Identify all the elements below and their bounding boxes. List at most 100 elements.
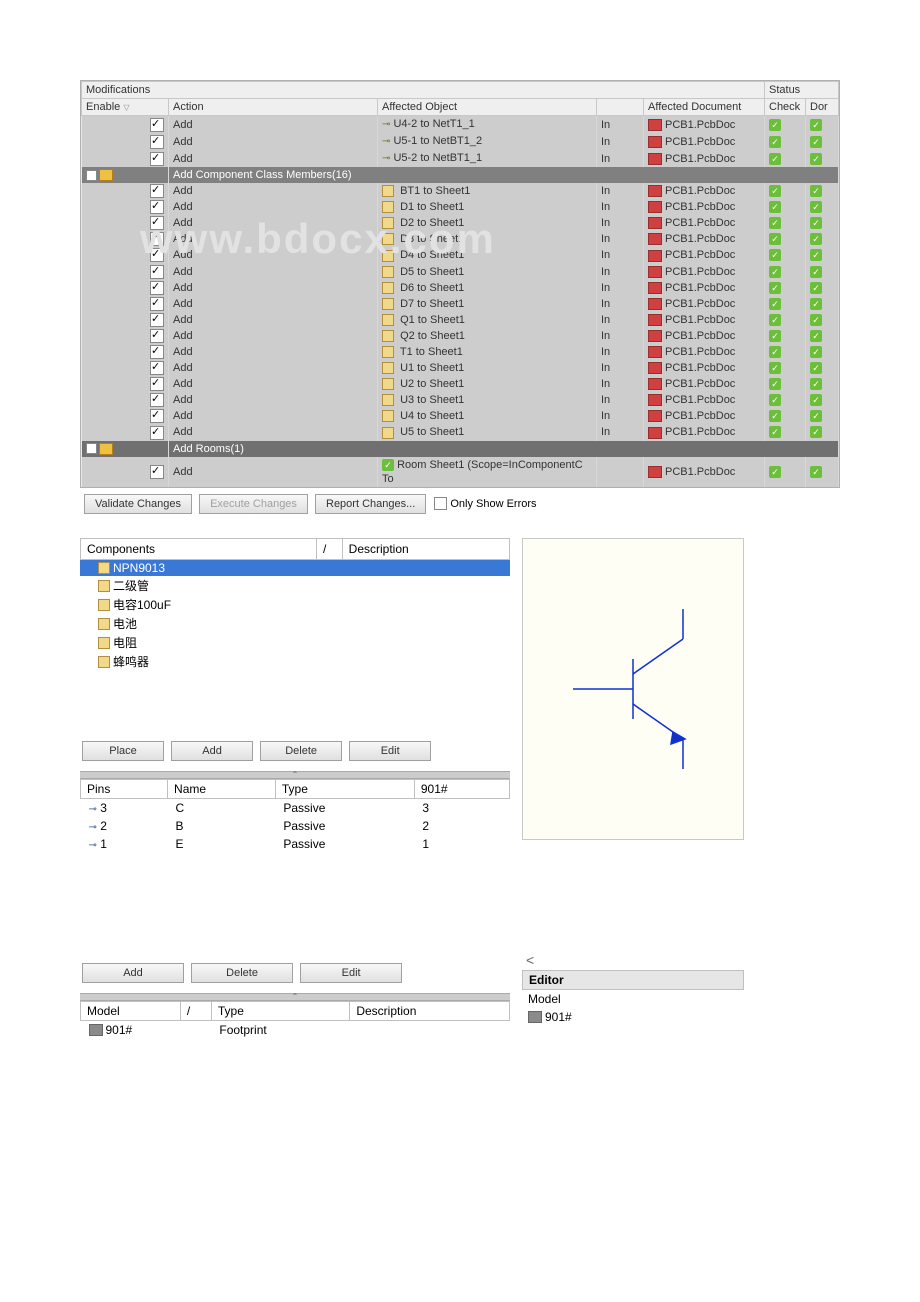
delete-button[interactable]: Delete bbox=[260, 741, 342, 761]
enable-checkbox[interactable] bbox=[150, 118, 164, 132]
component-item[interactable]: 蜂鸣器 bbox=[80, 652, 510, 671]
enable-checkbox[interactable] bbox=[150, 265, 164, 279]
mod-row[interactable]: Add D4 to Sheet1 In PCB1.PcbDoc bbox=[82, 247, 839, 263]
enable-checkbox[interactable] bbox=[150, 232, 164, 246]
mod-row[interactable]: Add ⊸ U5-1 to NetBT1_2 In PCB1.PcbDoc bbox=[82, 133, 839, 150]
component-item[interactable]: 电阻 bbox=[80, 633, 510, 652]
enable-checkbox[interactable] bbox=[150, 184, 164, 198]
pin-row[interactable]: ⊸ 3 C Passive 3 bbox=[81, 798, 510, 817]
col-sort[interactable]: / bbox=[316, 538, 342, 559]
scroll-left-icon[interactable]: < bbox=[522, 950, 744, 970]
mod-row[interactable]: Add U3 to Sheet1 In PCB1.PcbDoc bbox=[82, 392, 839, 408]
enable-checkbox[interactable] bbox=[150, 281, 164, 295]
components-list[interactable]: NPN9013二级管电容100uF电池电阻蜂鸣器 bbox=[80, 560, 510, 671]
component-item[interactable]: NPN9013 bbox=[80, 560, 510, 576]
mod-row[interactable]: Add D6 to Sheet1 In PCB1.PcbDoc bbox=[82, 280, 839, 296]
pin-row[interactable]: ⊸ 1 E Passive 1 bbox=[81, 835, 510, 853]
col-name[interactable]: Name bbox=[168, 779, 276, 798]
validate-changes-button[interactable]: Validate Changes bbox=[84, 494, 192, 514]
edit-pin-button[interactable]: Edit bbox=[300, 963, 402, 983]
col-sort[interactable]: / bbox=[180, 1001, 211, 1020]
col-enable[interactable]: Enable bbox=[86, 101, 120, 113]
action-cell: Add bbox=[169, 280, 378, 296]
col-document[interactable]: Affected Document bbox=[644, 99, 765, 116]
collapse-icon[interactable]: − bbox=[86, 443, 97, 454]
mod-row[interactable]: Add D1 to Sheet1 In PCB1.PcbDoc bbox=[82, 199, 839, 215]
enable-checkbox[interactable] bbox=[150, 393, 164, 407]
col-type[interactable]: Type bbox=[275, 779, 414, 798]
mod-row[interactable]: Add Q1 to Sheet1 In PCB1.PcbDoc bbox=[82, 312, 839, 328]
col-model[interactable]: Model bbox=[81, 1001, 181, 1020]
editor-model-row[interactable]: 901# bbox=[522, 1008, 744, 1026]
enable-checkbox[interactable] bbox=[150, 297, 164, 311]
col-desc[interactable]: Description bbox=[350, 1001, 510, 1020]
in-cell: In bbox=[597, 360, 644, 376]
model-row[interactable]: 901# Footprint bbox=[81, 1020, 510, 1039]
enable-checkbox[interactable] bbox=[150, 152, 164, 166]
place-button[interactable]: Place bbox=[82, 741, 164, 761]
done-icon bbox=[810, 346, 822, 358]
mod-row[interactable]: Add BT1 to Sheet1 In PCB1.PcbDoc bbox=[82, 183, 839, 199]
component-item[interactable]: 电容100uF bbox=[80, 595, 510, 614]
done-icon bbox=[810, 410, 822, 422]
enable-checkbox[interactable] bbox=[150, 329, 164, 343]
enable-checkbox[interactable] bbox=[150, 313, 164, 327]
pin-row[interactable]: ⊸ 2 B Passive 2 bbox=[81, 817, 510, 835]
enable-checkbox[interactable] bbox=[150, 377, 164, 391]
col-components[interactable]: Components bbox=[81, 538, 317, 559]
enable-checkbox[interactable] bbox=[150, 409, 164, 423]
mod-row[interactable]: Add T1 to Sheet1 In PCB1.PcbDoc bbox=[82, 344, 839, 360]
mod-row[interactable]: Add D7 to Sheet1 In PCB1.PcbDoc bbox=[82, 296, 839, 312]
component-icon bbox=[382, 250, 394, 262]
col-901[interactable]: 901# bbox=[414, 779, 509, 798]
enable-checkbox[interactable] bbox=[150, 345, 164, 359]
report-changes-button[interactable]: Report Changes... bbox=[315, 494, 426, 514]
component-icon bbox=[98, 637, 110, 649]
action-cell: Add bbox=[169, 328, 378, 344]
pin-designator: 2 bbox=[414, 817, 509, 835]
col-action[interactable]: Action bbox=[169, 99, 378, 116]
group-add-class-members[interactable]: − Add Component Class Members(16) bbox=[82, 167, 839, 183]
component-item[interactable]: 二级管 bbox=[80, 576, 510, 595]
col-object[interactable]: Affected Object bbox=[378, 99, 597, 116]
splitter[interactable]: ⌃ bbox=[80, 993, 510, 1001]
enable-checkbox[interactable] bbox=[150, 135, 164, 149]
mod-row[interactable]: Add D2 to Sheet1 In PCB1.PcbDoc bbox=[82, 215, 839, 231]
col-done[interactable]: Dor bbox=[806, 99, 839, 116]
col-check[interactable]: Check bbox=[765, 99, 806, 116]
enable-checkbox[interactable] bbox=[150, 361, 164, 375]
mod-row[interactable]: Add U2 to Sheet1 In PCB1.PcbDoc bbox=[82, 376, 839, 392]
col-description[interactable]: Description bbox=[342, 538, 509, 559]
mod-row[interactable]: Add U4 to Sheet1 In PCB1.PcbDoc bbox=[82, 408, 839, 424]
mod-row[interactable]: Add U1 to Sheet1 In PCB1.PcbDoc bbox=[82, 360, 839, 376]
done-icon bbox=[810, 136, 822, 148]
col-type[interactable]: Type bbox=[211, 1001, 349, 1020]
col-pins[interactable]: Pins bbox=[81, 779, 168, 798]
doc-cell: PCB1.PcbDoc bbox=[665, 394, 735, 406]
add-pin-button[interactable]: Add bbox=[82, 963, 184, 983]
folder-icon bbox=[99, 443, 113, 455]
add-button[interactable]: Add bbox=[171, 741, 253, 761]
only-errors-checkbox[interactable] bbox=[434, 497, 447, 510]
group-add-rooms[interactable]: − Add Rooms(1) bbox=[82, 441, 839, 457]
collapse-icon[interactable]: − bbox=[86, 170, 97, 181]
in-cell: In bbox=[597, 328, 644, 344]
enable-checkbox[interactable] bbox=[150, 248, 164, 262]
mod-row[interactable]: Add ⊸ U4-2 to NetT1_1 In PCB1.PcbDoc bbox=[82, 116, 839, 134]
component-item[interactable]: 电池 bbox=[80, 614, 510, 633]
enable-checkbox[interactable] bbox=[150, 200, 164, 214]
enable-checkbox[interactable] bbox=[150, 465, 164, 479]
enable-checkbox[interactable] bbox=[150, 426, 164, 440]
splitter[interactable]: ⌃ bbox=[80, 771, 510, 779]
edit-button[interactable]: Edit bbox=[349, 741, 431, 761]
mod-row[interactable]: Add Q2 to Sheet1 In PCB1.PcbDoc bbox=[82, 328, 839, 344]
mod-row[interactable]: Add D3 to Sheet1 In PCB1.PcbDoc bbox=[82, 231, 839, 247]
room-row[interactable]: Add Room Sheet1 (Scope=InComponentC To P… bbox=[82, 457, 839, 487]
mod-row[interactable]: Add ⊸ U5-2 to NetBT1_1 In PCB1.PcbDoc bbox=[82, 150, 839, 167]
action-cell: Add bbox=[169, 150, 378, 167]
mod-row[interactable]: Add D5 to Sheet1 In PCB1.PcbDoc bbox=[82, 263, 839, 279]
done-icon bbox=[810, 466, 822, 478]
delete-pin-button[interactable]: Delete bbox=[191, 963, 293, 983]
mod-row[interactable]: Add U5 to Sheet1 In PCB1.PcbDoc bbox=[82, 424, 839, 440]
enable-checkbox[interactable] bbox=[150, 216, 164, 230]
